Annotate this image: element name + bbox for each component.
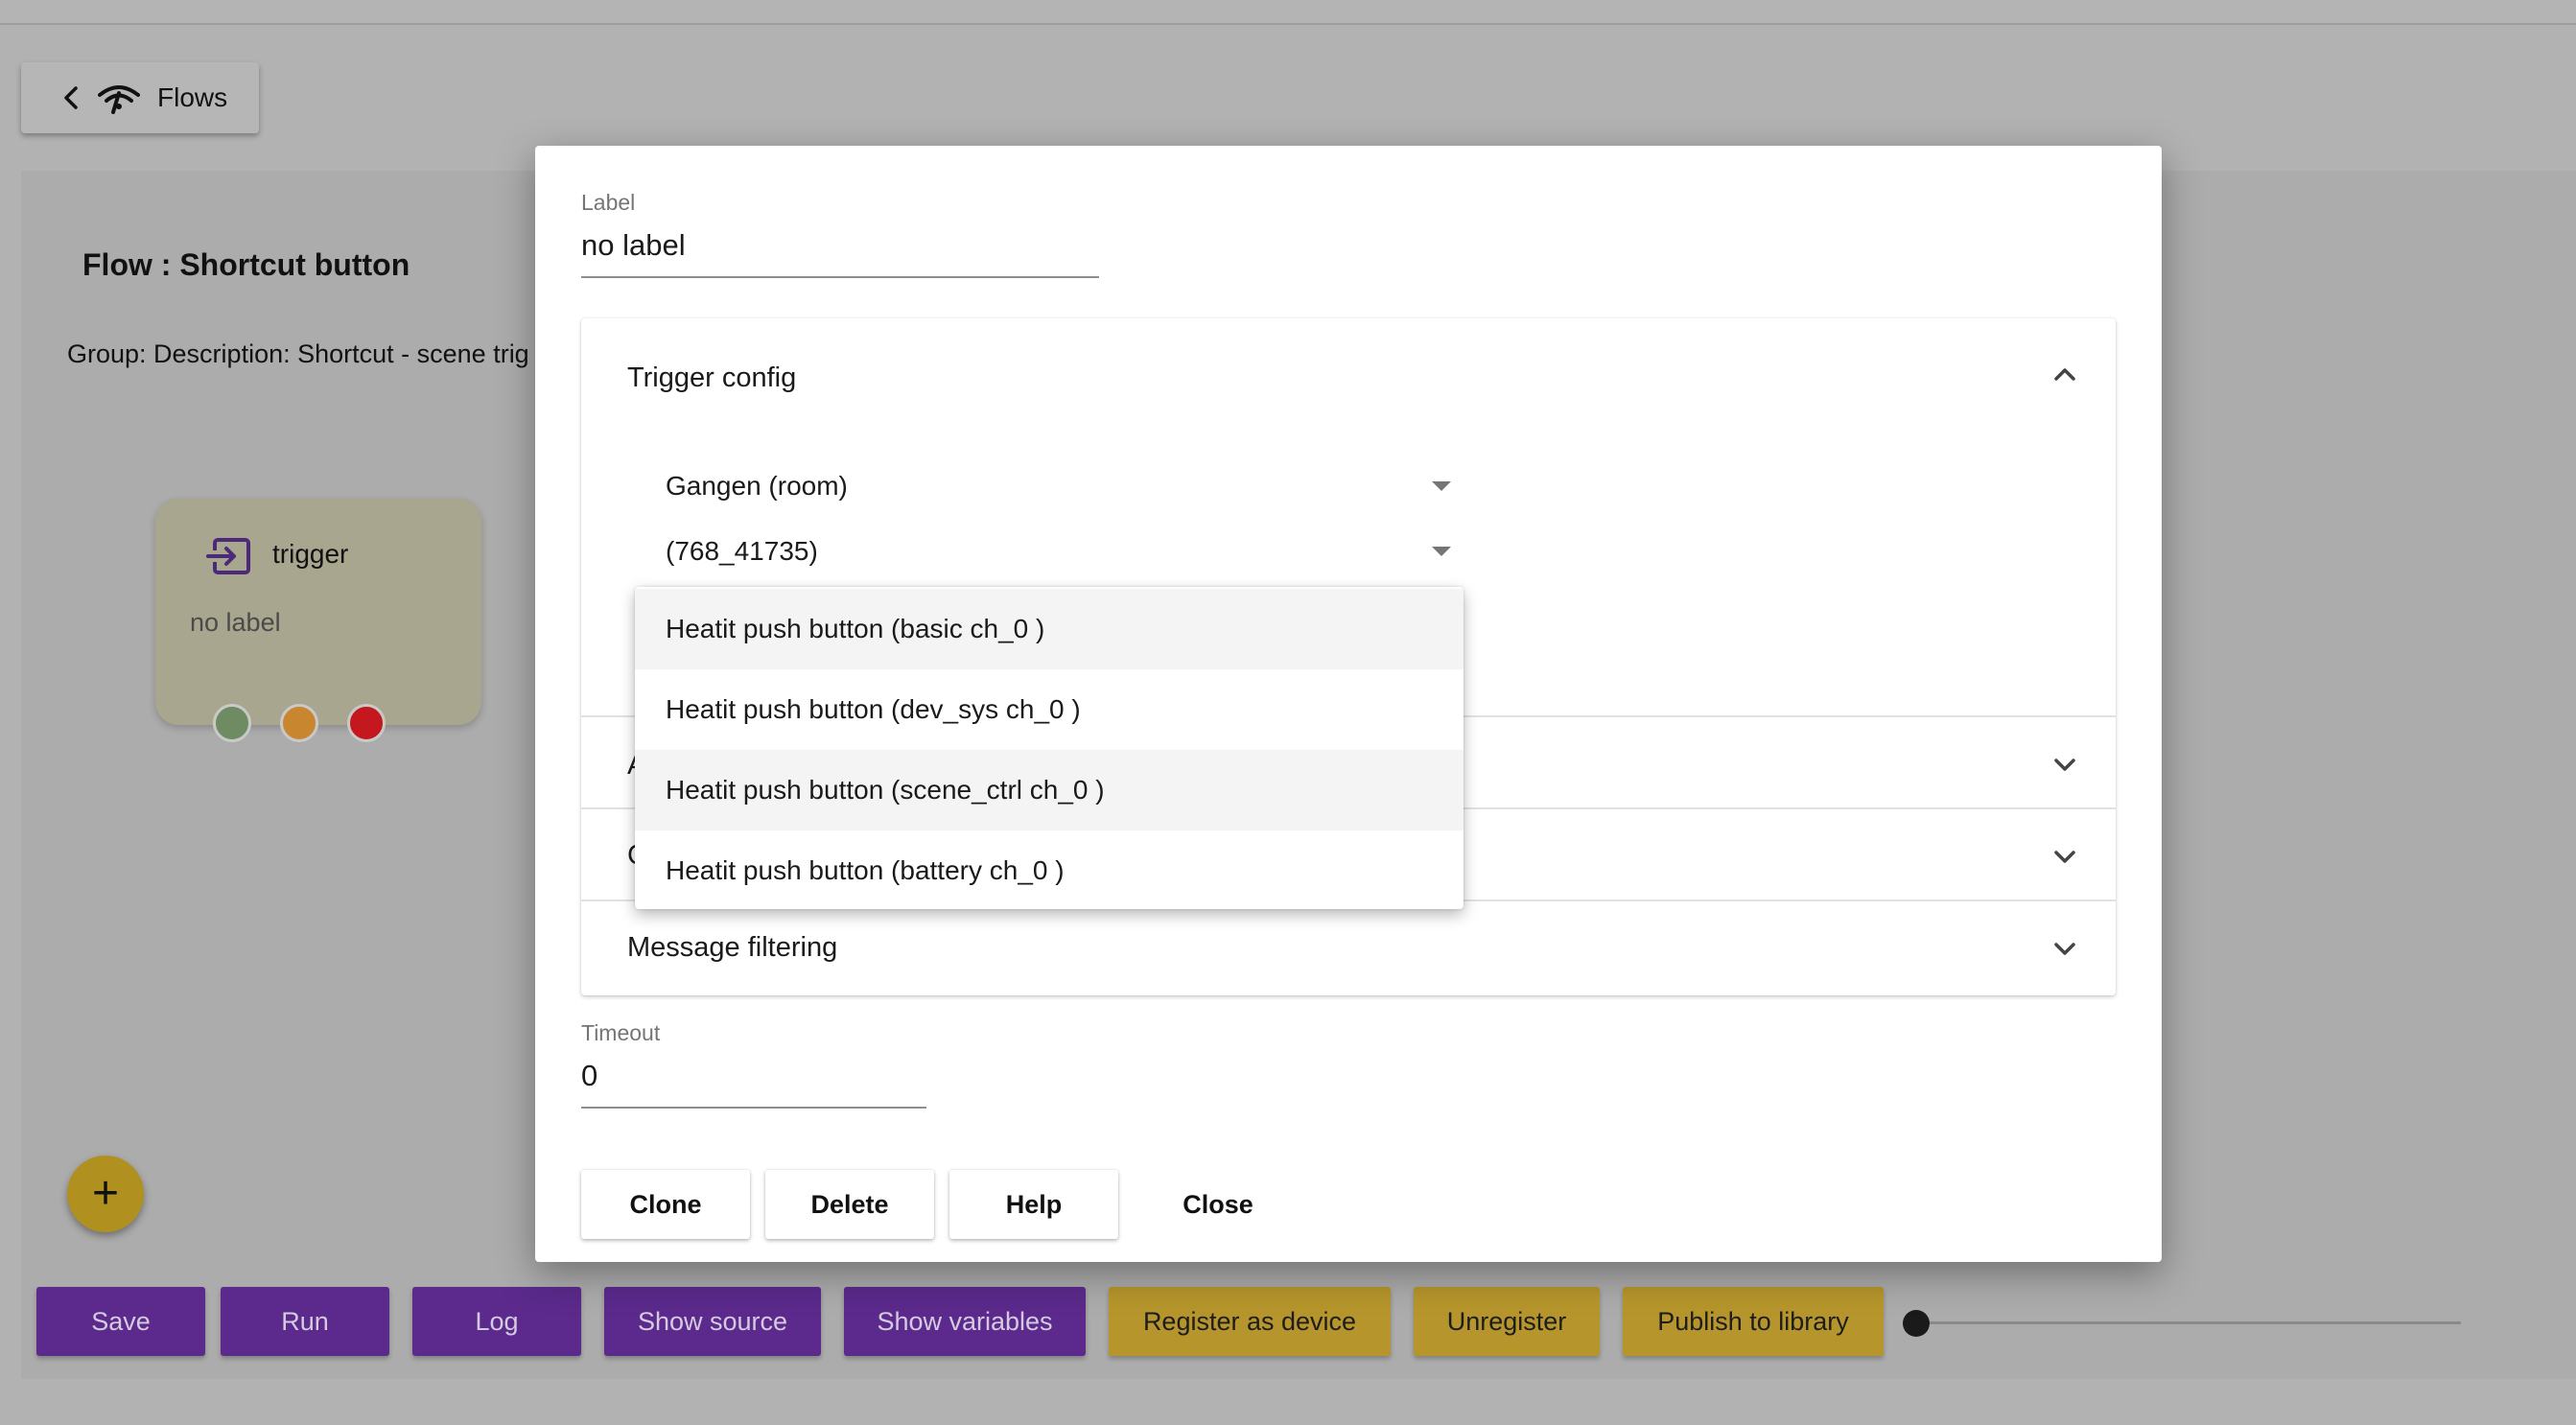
plus-icon: +: [91, 1168, 120, 1219]
dropdown-option[interactable]: Heatit push button (battery ch_0 ): [635, 830, 1464, 911]
dropdown-option[interactable]: Heatit push button (basic ch_0 ): [635, 589, 1464, 669]
label-input[interactable]: no label: [581, 228, 686, 263]
publish-to-library-button[interactable]: Publish to library: [1623, 1287, 1884, 1356]
log-button[interactable]: Log: [412, 1287, 581, 1356]
label-input-underline: [581, 276, 1099, 278]
message-filtering-header[interactable]: Message filtering: [627, 932, 837, 964]
node-name: trigger: [272, 539, 349, 569]
chevron-down-icon[interactable]: [2052, 848, 2077, 867]
input-icon: [206, 538, 250, 574]
show-variables-button[interactable]: Show variables: [844, 1287, 1086, 1356]
service-dropdown-menu: Heatit push button (basic ch_0 ) Heatit …: [635, 587, 1464, 909]
add-node-button[interactable]: +: [67, 1156, 144, 1232]
room-select[interactable]: Gangen (room): [666, 462, 1452, 510]
register-as-device-button[interactable]: Register as device: [1109, 1287, 1391, 1356]
back-to-flows-button[interactable]: Flows: [21, 62, 259, 133]
timeout-field-caption: Timeout: [581, 1020, 661, 1045]
close-button[interactable]: Close: [1134, 1170, 1302, 1239]
dropdown-option[interactable]: Heatit push button (scene_ctrl ch_0 ): [635, 750, 1464, 830]
node-output-port-error[interactable]: [347, 704, 386, 742]
trigger-node[interactable]: trigger no label: [155, 499, 481, 742]
trigger-config-header[interactable]: Trigger config: [627, 362, 796, 394]
device-select[interactable]: (768_41735): [666, 527, 1452, 575]
flows-logo-icon: [98, 85, 140, 114]
flow-description: Group: Description: Shortcut - scene tri…: [67, 339, 529, 368]
chevron-left-icon: [64, 86, 78, 109]
top-app-bar: [0, 0, 2576, 25]
node-config-dialog: Label no label Trigger config Gangen (ro…: [535, 146, 2162, 1262]
node-output-port-success[interactable]: [213, 704, 251, 742]
zoom-slider-track[interactable]: [1916, 1321, 2461, 1324]
dropdown-arrow-icon: [1432, 481, 1451, 491]
show-source-button[interactable]: Show source: [604, 1287, 821, 1356]
chevron-up-icon[interactable]: [2052, 364, 2077, 384]
dropdown-arrow-icon: [1432, 547, 1451, 556]
label-field-caption: Label: [581, 190, 636, 215]
run-button[interactable]: Run: [221, 1287, 389, 1356]
dropdown-option[interactable]: Heatit push button (dev_sys ch_0 ): [635, 669, 1464, 750]
timeout-input[interactable]: 0: [581, 1059, 597, 1093]
timeout-input-underline: [581, 1107, 926, 1109]
zoom-slider-thumb[interactable]: [1903, 1310, 1930, 1337]
flows-button-label: Flows: [157, 82, 228, 112]
node-label: no label: [190, 608, 281, 637]
chevron-down-icon[interactable]: [2052, 940, 2077, 959]
node-output-port-timeout[interactable]: [280, 704, 318, 742]
delete-button[interactable]: Delete: [765, 1170, 934, 1239]
clone-button[interactable]: Clone: [581, 1170, 750, 1239]
help-button[interactable]: Help: [949, 1170, 1118, 1239]
flow-title: Flow : Shortcut button: [82, 247, 410, 282]
chevron-down-icon[interactable]: [2052, 756, 2077, 775]
unregister-button[interactable]: Unregister: [1414, 1287, 1600, 1356]
save-button[interactable]: Save: [36, 1287, 205, 1356]
